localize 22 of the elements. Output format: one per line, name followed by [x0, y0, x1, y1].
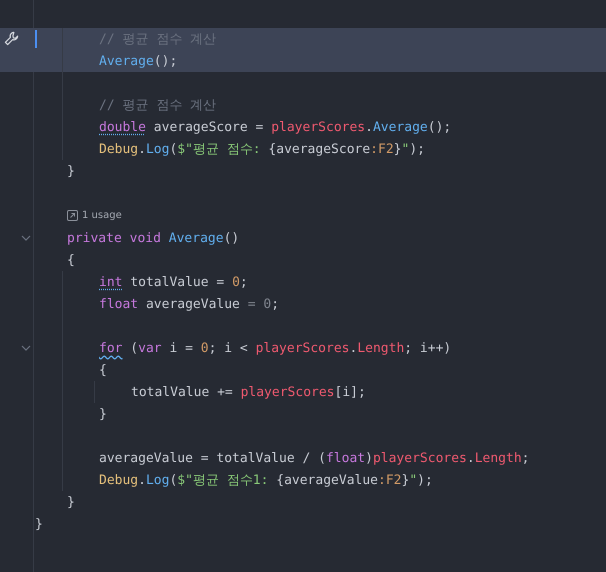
- code-line: private void Average(): [67, 230, 240, 246]
- code-line: {: [99, 362, 107, 378]
- code-line: totalValue += playerScores[i];: [131, 384, 366, 400]
- code-line: float averageValue = 0;: [99, 296, 280, 312]
- code-line: }: [67, 164, 75, 178]
- code-line: }: [35, 516, 43, 532]
- code-line: Debug.Log($"평균 점수: {averageScore:F2}");: [99, 141, 425, 158]
- code-line: averageValue = totalValue / (float)playerScores.Length;: [99, 450, 530, 466]
- wrench-icon[interactable]: [4, 31, 19, 46]
- code-line: }: [99, 406, 107, 422]
- code-line: int totalValue = 0;: [99, 274, 248, 290]
- code-line: Average();: [99, 54, 178, 68]
- code-line: double averageScore = playerScores.Average();: [99, 120, 452, 134]
- fold-chevron-icon[interactable]: [21, 235, 31, 241]
- code-line: }: [67, 494, 75, 510]
- usages-icon: [67, 210, 78, 221]
- code-line: Debug.Log($"평균 점수1: {averageValue:F2}");: [99, 472, 433, 489]
- code-line: for (var i = 0; i < playerScores.Length; i++): [99, 340, 452, 356]
- usage-hint[interactable]: 1 usage: [82, 210, 122, 221]
- fold-chevron-icon[interactable]: [21, 345, 31, 351]
- code-line: // 평균 점수 계산: [99, 97, 216, 114]
- code-line: {: [67, 252, 75, 268]
